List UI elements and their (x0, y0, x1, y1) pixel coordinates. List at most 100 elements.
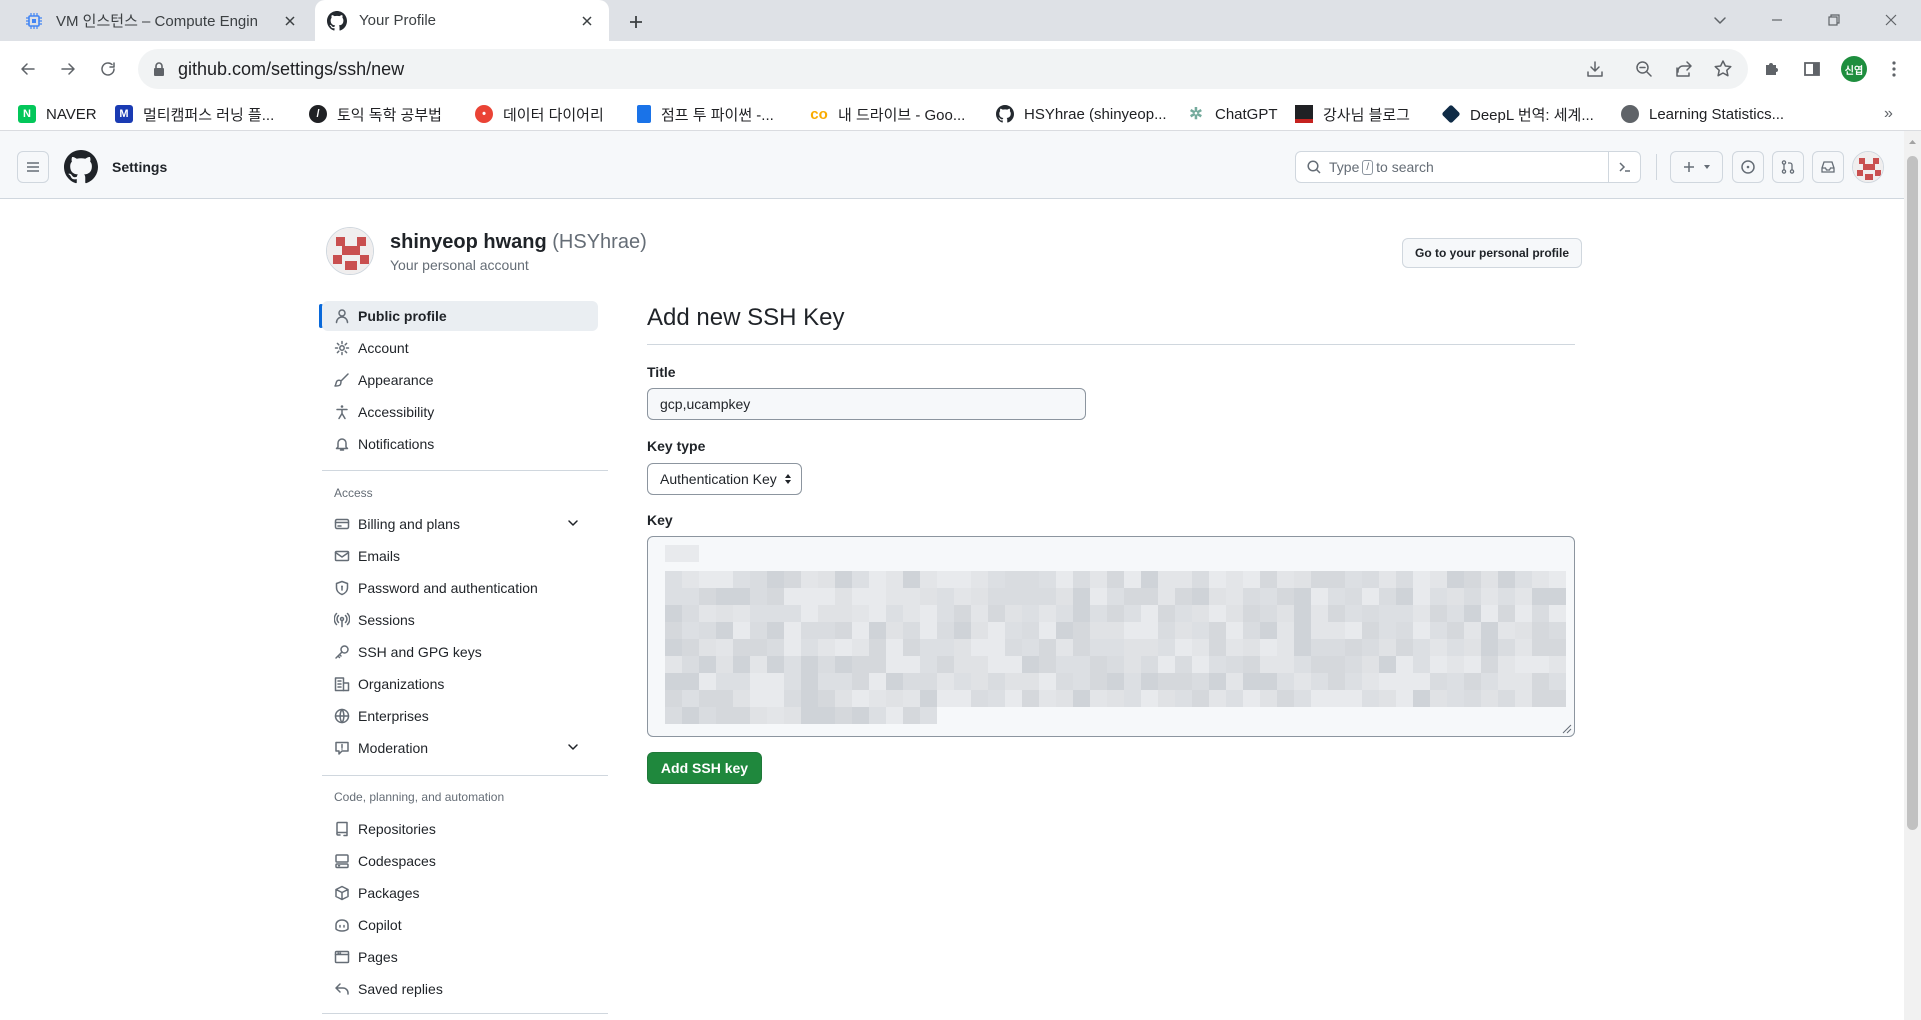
redacted-pixel (1226, 656, 1243, 673)
close-tab-icon[interactable] (577, 11, 597, 31)
close-tab-icon[interactable] (280, 11, 300, 31)
github-logo[interactable] (64, 150, 98, 184)
add-ssh-key-button[interactable]: Add SSH key (647, 752, 762, 784)
create-new-button[interactable] (1670, 151, 1723, 183)
header-context[interactable]: Settings (112, 159, 167, 175)
sidebar-item-moderation[interactable]: Moderation (328, 733, 598, 763)
pull-requests-button[interactable] (1772, 151, 1804, 183)
bookmark-toeic[interactable]: / 토익 독학 공부법 (309, 103, 442, 125)
redacted-pixel (852, 707, 869, 724)
chatgpt-icon: ✲ (1189, 106, 1203, 123)
key-type-select[interactable]: Authentication Key (647, 463, 802, 495)
redacted-pixel (835, 571, 852, 588)
sidebar-item-ssh-gpg-keys[interactable]: SSH and GPG keys (328, 637, 598, 667)
sidebar-item-account[interactable]: Account (328, 333, 598, 363)
sidebar-item-emails[interactable]: Emails (328, 541, 598, 571)
redacted-pixel (1498, 690, 1515, 707)
user-avatar[interactable] (1852, 151, 1884, 183)
arrow-left-icon (21, 63, 35, 75)
hamburger-menu-button[interactable] (17, 151, 49, 183)
bookmark-naver[interactable]: N NAVER (18, 103, 97, 125)
bookmarks-bar: N NAVER M 멀티캠퍼스 러닝 플... / 토익 독학 공부법 • 데이터 다이… (0, 97, 1921, 131)
sidebar-item-password[interactable]: Password and authentication (328, 573, 598, 603)
bookmark-instructor-blog[interactable]: 강사님 블로그 (1295, 103, 1410, 125)
go-to-profile-button[interactable]: Go to your personal profile (1402, 238, 1583, 268)
more-bookmarks-chevron-icon[interactable]: » (1884, 103, 1893, 125)
address-bar[interactable]: github.com/settings/ssh/new (138, 49, 1748, 89)
forward-button[interactable] (50, 51, 86, 87)
redacted-pixel (1107, 639, 1124, 656)
inbox-button[interactable] (1812, 151, 1844, 183)
extensions-button[interactable] (1754, 51, 1790, 87)
sidebar-item-packages[interactable]: Packages (328, 878, 598, 908)
bookmark-star-button[interactable] (1705, 51, 1741, 87)
sidebar-item-appearance[interactable]: Appearance (328, 365, 598, 395)
sidebar-item-notifications[interactable]: Notifications (328, 429, 598, 459)
install-app-button[interactable] (1577, 51, 1613, 87)
side-panel-button[interactable] (1794, 51, 1830, 87)
redacted-pixel (1039, 571, 1056, 588)
sidebar-item-billing[interactable]: Billing and plans (328, 509, 598, 539)
reload-button[interactable] (90, 51, 126, 87)
redacted-pixel (1430, 588, 1447, 605)
bookmark-deepl[interactable]: DeepL 번역: 세계... (1441, 103, 1594, 125)
sidebar-item-repositories[interactable]: Repositories (328, 814, 598, 844)
tab-search-button[interactable] (1705, 6, 1735, 34)
redacted-pixel (784, 622, 801, 639)
sidebar-item-saved-replies[interactable]: Saved replies (328, 974, 598, 1004)
redacted-pixel (665, 605, 682, 622)
browser-tab-github[interactable]: Your Profile (315, 0, 609, 41)
redacted-pixel (1090, 571, 1107, 588)
redacted-pixel (1073, 690, 1090, 707)
restore-button[interactable] (1819, 6, 1849, 34)
bookmark-github-profile[interactable]: HSYhrae (shinyeop... (996, 103, 1167, 125)
key-textarea[interactable] (647, 536, 1575, 737)
lock-icon[interactable] (152, 61, 166, 77)
sidebar-item-label: Pages (358, 949, 398, 965)
redacted-pixel (1243, 690, 1260, 707)
close-window-button[interactable] (1876, 6, 1906, 34)
bookmark-chatgpt[interactable]: ✲ ChatGPT (1187, 103, 1277, 125)
sidebar-item-organizations[interactable]: Organizations (328, 669, 598, 699)
title-input[interactable] (647, 388, 1086, 420)
redacted-pixel (1515, 656, 1532, 673)
page-title: Add new SSH Key (647, 304, 845, 331)
redacted-pixel (1124, 622, 1141, 639)
issues-button[interactable] (1732, 151, 1764, 183)
browser-menu-button[interactable] (1876, 51, 1912, 87)
redacted-pixel (1379, 605, 1396, 622)
share-button[interactable] (1666, 51, 1702, 87)
bookmark-google-drive[interactable]: co 내 드라이브 - Goo... (810, 103, 965, 125)
sidebar-item-sessions[interactable]: Sessions (328, 605, 598, 635)
account-name[interactable]: shinyeop hwang (390, 231, 547, 253)
redacted-pixel (971, 639, 988, 656)
bookmark-learning-statistics[interactable]: Learning Statistics... (1621, 103, 1784, 125)
github-search-input[interactable]: Type / to search (1295, 151, 1641, 183)
repo-icon (336, 821, 348, 837)
redacted-pixel (1243, 673, 1260, 690)
bookmark-data-diary[interactable]: • 데이터 다이어리 (475, 103, 604, 125)
bookmark-multicampus[interactable]: M 멀티캠퍼스 러닝 플... (115, 103, 274, 125)
puzzle-icon (1766, 63, 1778, 75)
redacted-pixel (1107, 588, 1124, 605)
redacted-pixel (682, 690, 699, 707)
sidebar-item-pages[interactable]: Pages (328, 942, 598, 972)
redacted-pixel (1039, 588, 1056, 605)
sidebar-item-copilot[interactable]: Copilot (328, 910, 598, 940)
bookmark-jump-to-python[interactable]: 점프 투 파이썬 -... (637, 103, 774, 125)
sidebar-item-accessibility[interactable]: Accessibility (328, 397, 598, 427)
browser-tab-gcp[interactable]: VM 인스턴스 – Compute Engin (12, 0, 312, 41)
zoom-button[interactable] (1626, 51, 1662, 87)
page-scrollbar[interactable] (1904, 131, 1921, 1020)
redacted-pixel (1447, 690, 1464, 707)
redacted-pixel (1549, 690, 1566, 707)
sidebar-item-enterprises[interactable]: Enterprises (328, 701, 598, 731)
scrollbar-thumb[interactable] (1907, 156, 1918, 830)
new-tab-button[interactable] (622, 8, 650, 36)
minimize-button[interactable] (1762, 6, 1792, 34)
command-palette-button[interactable] (1608, 152, 1640, 182)
sidebar-item-public-profile[interactable]: Public profile (322, 301, 598, 331)
profile-avatar[interactable]: 신엽 (1841, 56, 1867, 82)
back-button[interactable] (10, 51, 46, 87)
sidebar-item-codespaces[interactable]: Codespaces (328, 846, 598, 876)
